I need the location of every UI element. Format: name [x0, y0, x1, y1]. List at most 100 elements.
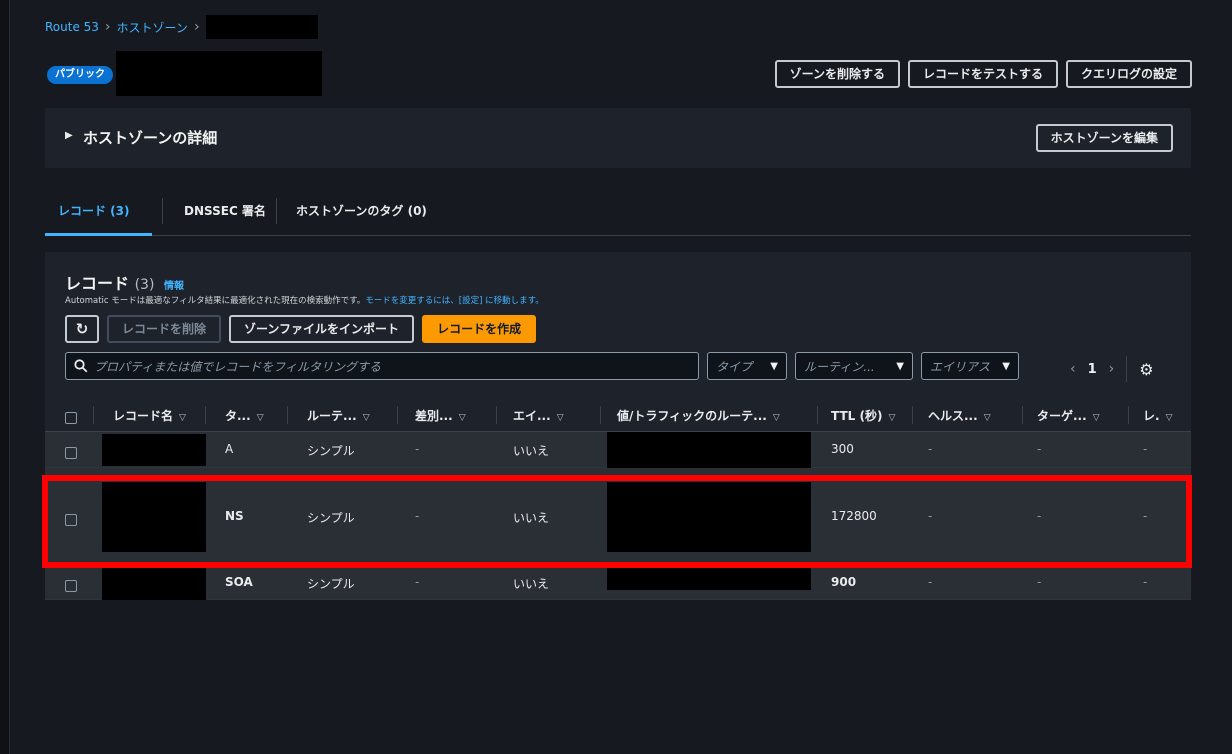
tab-records[interactable]: レコード (3) — [58, 202, 130, 219]
column-header-record-name[interactable]: レコード名 ▽ — [113, 407, 186, 424]
public-badge: パブリック — [47, 66, 113, 84]
cell-alias: いいえ — [513, 444, 550, 458]
refresh-icon: ↻ — [75, 320, 89, 338]
search-input[interactable]: プロパティまたは値でレコードをフィルタリングする — [65, 352, 699, 380]
breadcrumb: Route 53 › ホストゾーン › — [45, 15, 318, 39]
pagination: ‹ 1 › ⚙ — [1070, 356, 1154, 382]
breadcrumb-route53[interactable]: Route 53 — [45, 20, 99, 34]
sort-icon: ▽ — [1092, 413, 1100, 423]
column-header-alias[interactable]: エイ... ▽ — [513, 407, 564, 424]
cell-differentiator: - — [415, 575, 420, 589]
test-record-button[interactable]: レコードをテストする — [907, 60, 1058, 88]
settings-link[interactable]: モードを変更するには、[設定] に移動します。 — [365, 296, 544, 306]
cell-health: - — [928, 442, 933, 456]
cell-ttl: 300 — [831, 442, 854, 456]
redacted-record-value — [607, 482, 811, 552]
column-divider — [397, 406, 398, 424]
redacted-record-name — [102, 482, 206, 552]
redacted-page-title — [116, 51, 322, 96]
delete-record-button[interactable]: レコードを削除 — [107, 315, 222, 343]
table-row[interactable]: A シンプル - いいえ 300 - - - — [45, 432, 1191, 468]
table-row[interactable]: SOA シンプル - いいえ 900 - - - — [45, 566, 1191, 600]
tab-divider — [162, 198, 163, 224]
row-checkbox[interactable] — [65, 511, 77, 530]
sort-icon: ▽ — [256, 413, 264, 423]
cell-health: - — [928, 509, 933, 523]
cell-differentiator: - — [415, 509, 420, 523]
caret-down-icon: ▼ — [1002, 360, 1010, 372]
delete-zone-button[interactable]: ゾーンを削除する — [774, 60, 900, 88]
create-record-button[interactable]: レコードを作成 — [422, 315, 537, 343]
records-count: (3) — [134, 277, 155, 293]
sort-icon: ▽ — [888, 413, 896, 423]
breadcrumb-hosted-zones[interactable]: ホストゾーン — [117, 19, 188, 36]
type-filter-label: タイプ — [716, 359, 753, 374]
column-header-differentiator[interactable]: 差別... ▽ — [415, 407, 466, 424]
cell-differentiator: - — [415, 442, 420, 456]
column-divider — [1128, 406, 1129, 424]
prev-page-icon[interactable]: ‹ — [1070, 361, 1076, 377]
column-divider — [205, 406, 206, 424]
row-checkbox[interactable] — [65, 577, 77, 596]
column-header-target[interactable]: ターゲ... ▽ — [1037, 407, 1100, 424]
sort-icon: ▽ — [362, 413, 370, 423]
type-filter-select[interactable]: タイプ ▼ — [707, 352, 787, 380]
column-header-health[interactable]: ヘルス... ▽ — [928, 407, 991, 424]
cell-routing: シンプル — [307, 444, 355, 458]
cell-type: SOA — [225, 575, 253, 589]
details-title[interactable]: ホストゾーンの詳細 — [83, 127, 217, 148]
cell-alias: いいえ — [513, 511, 550, 525]
routing-filter-label: ルーティン... — [804, 359, 875, 374]
column-divider — [600, 406, 601, 424]
cell-type: A — [225, 442, 234, 456]
records-heading: レコード (3) 情報 — [65, 270, 184, 294]
table-row[interactable]: NS シンプル - いいえ 172800 - - - — [45, 468, 1191, 566]
refresh-button[interactable]: ↻ — [65, 315, 99, 343]
sort-icon: ▽ — [179, 413, 186, 423]
side-navigation-rail — [0, 0, 10, 754]
redacted-record-value — [607, 432, 811, 468]
sort-icon: ▽ — [772, 413, 780, 423]
records-toolbar: ↻ レコードを削除 ゾーンファイルをインポート レコードを作成 — [65, 315, 537, 343]
sort-icon: ▽ — [556, 413, 564, 423]
column-header-record-id[interactable]: レ. ▽ — [1143, 407, 1172, 424]
row-checkbox[interactable] — [65, 444, 77, 463]
chevron-right-icon: › — [104, 19, 111, 35]
info-link[interactable]: 情報 — [164, 281, 184, 292]
cell-record-id: - — [1143, 442, 1148, 456]
edit-hosted-zone-button[interactable]: ホストゾーンを編集 — [1035, 124, 1173, 152]
tab-dnssec[interactable]: DNSSEC 署名 — [184, 202, 266, 219]
current-page[interactable]: 1 — [1088, 362, 1097, 377]
column-header-routing[interactable]: ルーテ... ▽ — [307, 407, 370, 424]
gear-icon[interactable]: ⚙ — [1139, 360, 1153, 379]
cell-health: - — [928, 575, 933, 589]
select-all-checkbox[interactable] — [65, 409, 77, 428]
import-zone-file-button[interactable]: ゾーンファイルをインポート — [229, 315, 415, 343]
cell-ttl: 172800 — [831, 509, 877, 523]
column-divider — [287, 406, 288, 424]
tab-hosted-zone-tags[interactable]: ホストゾーンのタグ (0) — [296, 202, 427, 219]
header-actions: ゾーンを削除する レコードをテストする クエリログの設定 — [774, 60, 1192, 88]
cell-target: - — [1037, 575, 1042, 589]
next-page-icon[interactable]: › — [1109, 361, 1115, 377]
routing-filter-select[interactable]: ルーティン... ▼ — [795, 352, 913, 380]
column-header-value[interactable]: 値/トラフィックのルーテ... ▽ — [617, 407, 780, 424]
hosted-zone-details-panel: ▶ ホストゾーンの詳細 ホストゾーンを編集 — [45, 108, 1191, 168]
cell-record-id: - — [1143, 575, 1148, 589]
tab-bar: レコード (3) DNSSEC 署名 ホストゾーンのタグ (0) — [45, 192, 1191, 236]
expand-caret-icon[interactable]: ▶ — [65, 130, 73, 141]
cell-type: NS — [225, 509, 244, 523]
cell-routing: シンプル — [307, 577, 355, 591]
column-divider — [912, 406, 913, 424]
column-header-type[interactable]: タ... ▽ — [225, 407, 264, 424]
tab-divider — [276, 198, 277, 224]
query-log-button[interactable]: クエリログの設定 — [1065, 60, 1192, 88]
alias-filter-select[interactable]: エイリアス ▼ — [921, 352, 1019, 380]
column-divider — [1022, 406, 1023, 424]
caret-down-icon: ▼ — [896, 360, 904, 372]
main-content: Route 53 › ホストゾーン › パブリック ゾーンを削除する レコードを… — [10, 0, 1232, 754]
column-header-ttl[interactable]: TTL (秒) ▽ — [831, 407, 895, 424]
chevron-right-icon: › — [193, 19, 200, 35]
pager-divider — [1126, 356, 1128, 382]
cell-ttl: 900 — [831, 575, 857, 589]
